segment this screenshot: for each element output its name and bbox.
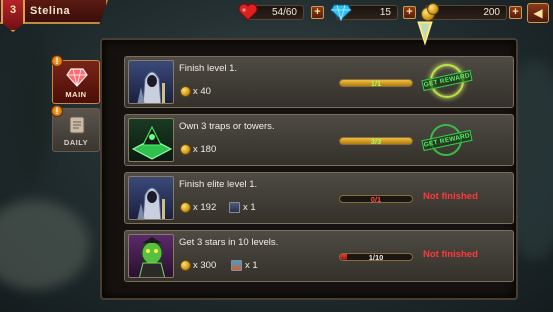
gold-coins-icon	[427, 3, 439, 15]
player-level-badge: 3	[1, 0, 25, 32]
tab-main[interactable]: Main	[52, 60, 100, 104]
coin-reward: x 192	[193, 202, 217, 213]
green-trap-portrait	[128, 118, 174, 162]
quest-task: Finish elite level 1.	[179, 179, 258, 190]
quest-task: Get 3 stars in 10 levels.	[179, 237, 279, 248]
quest-task: Own 3 traps or towers.	[179, 121, 275, 132]
coin-icon	[180, 202, 191, 213]
quest-progress-bar: 0/1	[339, 195, 413, 203]
coin-icon	[180, 260, 191, 271]
player-name: Stelina	[30, 5, 71, 17]
background-scenery	[0, 200, 90, 290]
add-gems-button[interactable]: +	[403, 6, 416, 19]
background-scenery	[10, 40, 50, 180]
quest-row: Finish elite level 1. x 192 x 1 0/1 Not …	[124, 172, 514, 224]
quest-progress-bar: 3/3	[339, 137, 413, 145]
main-alert-badge: !	[51, 55, 63, 67]
add-lives-button[interactable]: +	[311, 6, 324, 19]
item-reward: x 1	[243, 202, 256, 213]
lives-value: 54/60	[271, 7, 297, 18]
tab-main-label: Main	[65, 90, 87, 99]
coin-reward: x 180	[193, 144, 217, 155]
coin-reward: x 40	[193, 86, 211, 97]
quest-row: Finish level 1. x 40 1/1 GET REWARD	[124, 56, 514, 108]
gems-value: 15	[379, 7, 391, 18]
daily-alert-badge: !	[51, 105, 63, 117]
quest-panel: Finish level 1. x 40 1/1 GET REWARD Own …	[100, 21, 518, 300]
back-button[interactable]: ◀	[527, 3, 549, 23]
not-finished-status: Not finished	[423, 249, 478, 260]
progress-text: 0/1	[370, 195, 382, 203]
ruby-icon	[66, 68, 88, 87]
hooded-knight-portrait	[128, 60, 174, 104]
coin-reward: x 300	[193, 260, 217, 271]
scroll-icon	[69, 116, 85, 134]
progress-text: 1/10	[368, 253, 384, 261]
green-goblin-portrait	[128, 234, 174, 278]
coin-icon	[180, 144, 191, 155]
quest-row: Own 3 traps or towers. x 180 3/3 GET REW…	[124, 114, 514, 166]
gem-box-item-icon	[231, 260, 242, 271]
add-gold-button[interactable]: +	[509, 6, 522, 19]
heart-icon	[238, 3, 258, 21]
progress-text: 1/1	[370, 79, 382, 87]
hooded-knight-portrait	[128, 176, 174, 220]
not-finished-status: Not finished	[423, 191, 478, 202]
progress-text: 3/3	[370, 137, 382, 145]
quest-row: Get 3 stars in 10 levels. x 300 x 1 1/10…	[124, 230, 514, 282]
get-reward-button[interactable]: GET REWARD	[421, 122, 473, 158]
tab-daily-label: Daily	[63, 138, 89, 147]
quest-progress-bar: 1/10	[339, 253, 413, 261]
quest-progress-bar: 1/1	[339, 79, 413, 87]
diamond-icon	[330, 4, 352, 21]
gold-value: 200	[483, 7, 500, 18]
coin-icon	[180, 86, 191, 97]
item-reward: x 1	[245, 260, 258, 271]
pointer-arrow-icon	[417, 21, 433, 46]
quest-task: Finish level 1.	[179, 63, 238, 74]
get-reward-button[interactable]: GET REWARD	[421, 63, 473, 99]
scroll-item-icon	[229, 202, 240, 213]
